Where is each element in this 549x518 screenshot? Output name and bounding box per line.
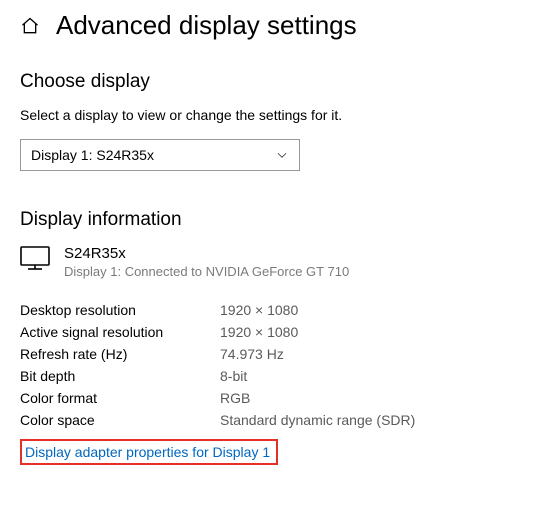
info-label: Color space bbox=[20, 412, 220, 428]
choose-display-instruction: Select a display to view or change the s… bbox=[20, 107, 529, 123]
info-value: RGB bbox=[220, 390, 250, 406]
chevron-down-icon bbox=[275, 148, 289, 162]
display-info-table: Desktop resolution 1920 × 1080 Active si… bbox=[20, 299, 529, 431]
info-label: Desktop resolution bbox=[20, 302, 220, 318]
info-label: Bit depth bbox=[20, 368, 220, 384]
info-value: 8-bit bbox=[220, 368, 247, 384]
info-value: Standard dynamic range (SDR) bbox=[220, 412, 415, 428]
monitor-summary: S24R35x Display 1: Connected to NVIDIA G… bbox=[20, 245, 529, 279]
display-select-value: Display 1: S24R35x bbox=[31, 147, 154, 163]
info-label: Active signal resolution bbox=[20, 324, 220, 340]
table-row: Color format RGB bbox=[20, 387, 529, 409]
info-value: 1920 × 1080 bbox=[220, 302, 298, 318]
choose-display-title: Choose display bbox=[20, 71, 529, 93]
display-select-dropdown[interactable]: Display 1: S24R35x bbox=[20, 139, 300, 171]
monitor-subtext: Display 1: Connected to NVIDIA GeForce G… bbox=[64, 264, 349, 279]
info-value: 1920 × 1080 bbox=[220, 324, 298, 340]
display-information-title: Display information bbox=[20, 209, 529, 231]
info-label: Color format bbox=[20, 390, 220, 406]
info-value: 74.973 Hz bbox=[220, 346, 284, 362]
table-row: Bit depth 8-bit bbox=[20, 365, 529, 387]
table-row: Color space Standard dynamic range (SDR) bbox=[20, 409, 529, 431]
info-label: Refresh rate (Hz) bbox=[20, 346, 220, 362]
table-row: Active signal resolution 1920 × 1080 bbox=[20, 321, 529, 343]
monitor-name: S24R35x bbox=[64, 245, 349, 262]
header: Advanced display settings bbox=[20, 10, 529, 41]
adapter-properties-highlight: Display adapter properties for Display 1 bbox=[20, 439, 278, 465]
table-row: Desktop resolution 1920 × 1080 bbox=[20, 299, 529, 321]
page-title: Advanced display settings bbox=[56, 10, 357, 41]
monitor-icon bbox=[20, 245, 50, 271]
display-adapter-properties-link[interactable]: Display adapter properties for Display 1 bbox=[25, 444, 270, 460]
table-row: Refresh rate (Hz) 74.973 Hz bbox=[20, 343, 529, 365]
home-icon[interactable] bbox=[20, 16, 40, 36]
